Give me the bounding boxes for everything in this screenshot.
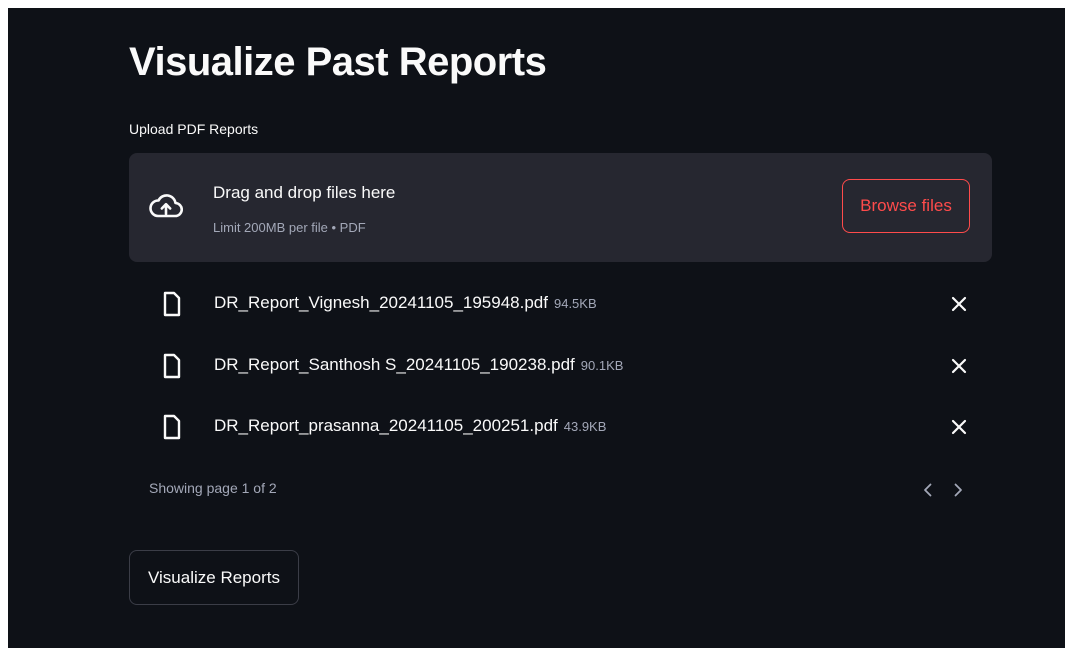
file-size: 94.5KB <box>553 296 597 311</box>
app-container: Visualize Past Reports Upload PDF Report… <box>8 8 1065 648</box>
file-size: 43.9KB <box>563 419 607 434</box>
chevron-right-icon[interactable] <box>950 481 966 499</box>
file-list-item: DR_Report_prasanna_20241105_200251.pdf 43… <box>129 409 992 449</box>
file-list-item: DR_Report_Santhosh S_20241105_190238.pdf… <box>129 348 992 388</box>
pagination-status: Showing page 1 of 2 <box>149 480 277 496</box>
file-name: DR_Report_prasanna_20241105_200251.pdf <box>214 416 558 435</box>
page-title: Visualize Past Reports <box>129 40 547 84</box>
file-name: DR_Report_Vignesh_20241105_195948.pdf <box>214 293 548 312</box>
file-icon <box>163 291 181 317</box>
file-dropzone[interactable]: Drag and drop files here Limit 200MB per… <box>129 153 992 262</box>
remove-file-icon[interactable] <box>947 354 971 378</box>
dropzone-limit-text: Limit 200MB per file • PDF <box>213 220 366 235</box>
file-icon <box>163 414 181 440</box>
file-icon <box>163 353 181 379</box>
chevron-left-icon[interactable] <box>920 481 936 499</box>
file-list-item: DR_Report_Vignesh_20241105_195948.pdf 94.… <box>129 286 992 326</box>
remove-file-icon[interactable] <box>947 415 971 439</box>
upload-label: Upload PDF Reports <box>129 121 259 137</box>
browse-files-button[interactable]: Browse files <box>842 179 970 233</box>
remove-file-icon[interactable] <box>947 292 971 316</box>
dropzone-title: Drag and drop files here <box>213 183 396 202</box>
cloud-upload-icon <box>149 194 183 218</box>
file-size: 90.1KB <box>580 358 624 373</box>
file-name: DR_Report_Santhosh S_20241105_190238.pdf <box>214 355 575 374</box>
visualize-reports-button[interactable]: Visualize Reports <box>129 550 299 605</box>
